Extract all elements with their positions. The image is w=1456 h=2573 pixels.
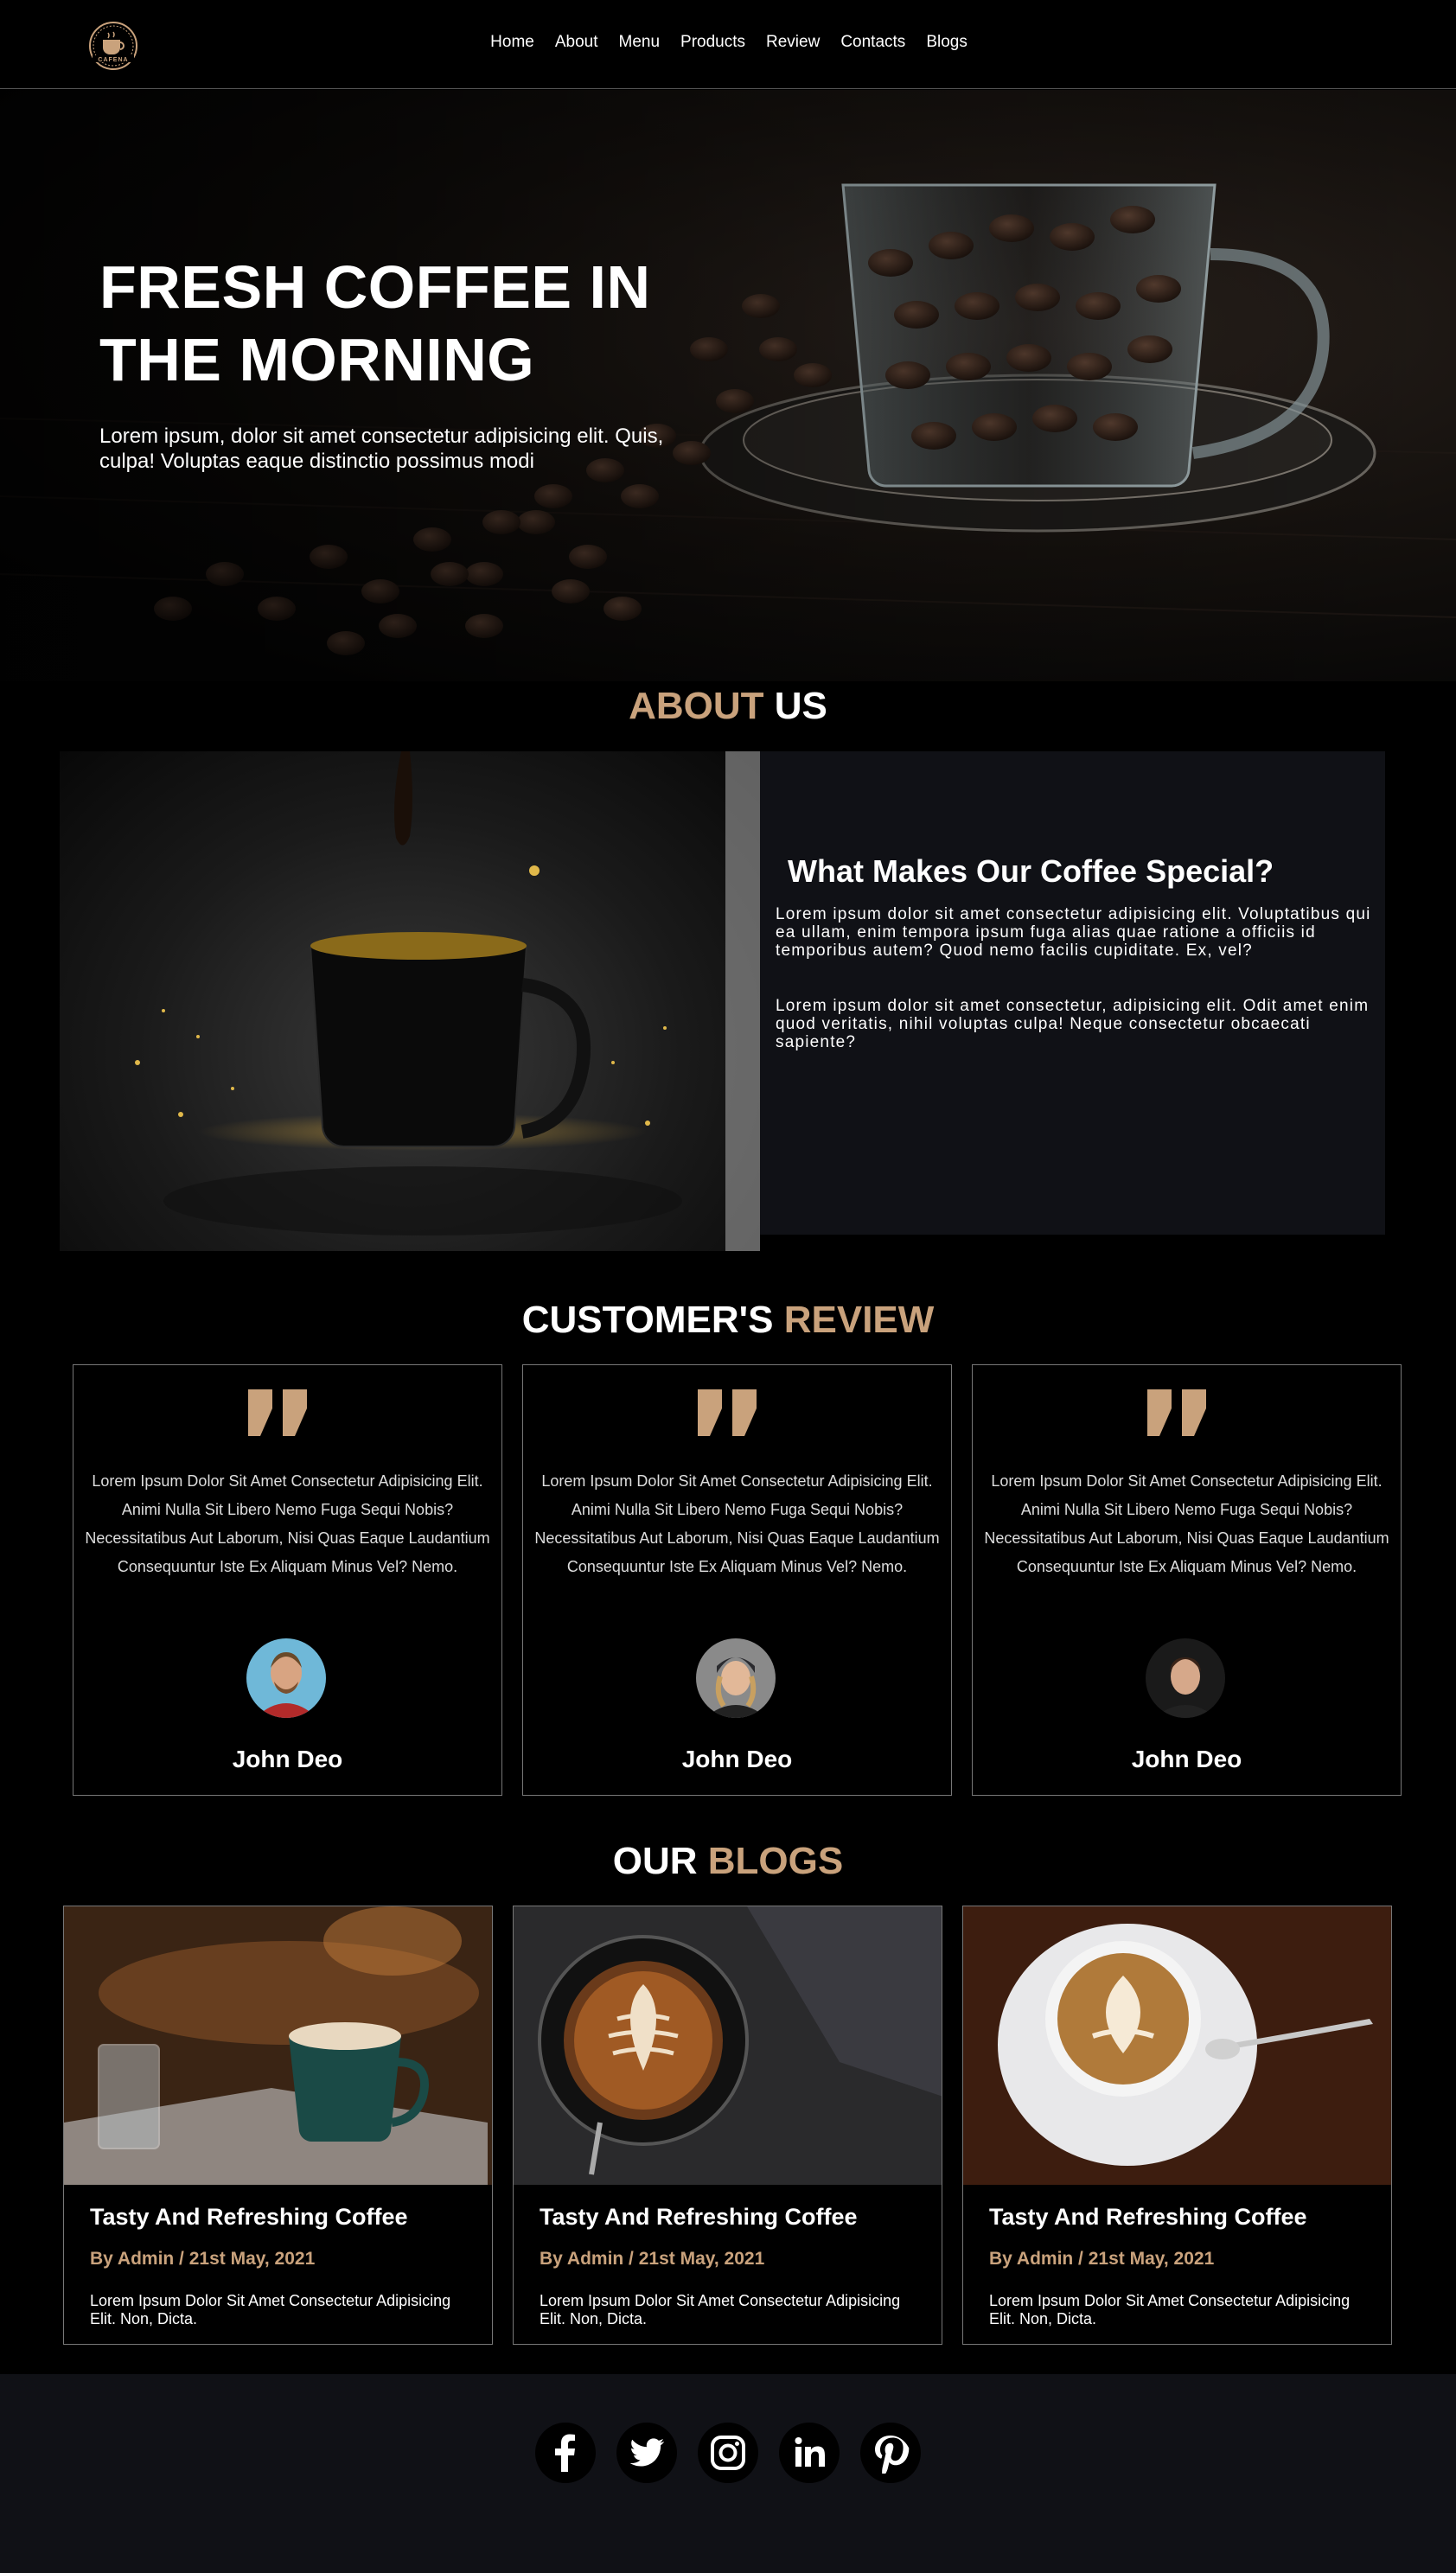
hero-section: FRESH COFFEE IN THE MORNING Lorem ipsum,… [0, 90, 1456, 681]
about-heading: What Makes Our Coffee Special? [788, 853, 1274, 889]
avatar [1146, 1638, 1225, 1718]
nav-link-review[interactable]: Review [766, 33, 820, 52]
nav-link-menu[interactable]: Menu [619, 33, 661, 52]
review-card: Lorem Ipsum Dolor Sit Amet Consectetur A… [73, 1364, 502, 1796]
reviewer-name: John Deo [1131, 1746, 1242, 1772]
linkedin-icon[interactable] [779, 2423, 840, 2483]
about-title-rest: US [774, 685, 827, 727]
about-coffee-image [60, 751, 760, 1251]
nav-link-home[interactable]: Home [490, 33, 534, 52]
avatar [696, 1638, 776, 1718]
logo-text: CAFENA [98, 57, 128, 63]
blog-meta: By Admin / 21st May, 2021 [540, 2249, 765, 2269]
avatar [246, 1638, 326, 1718]
about-paragraph-1: Lorem ipsum dolor sit amet consectetur a… [776, 905, 1371, 960]
blog-card[interactable]: Tasty And Refreshing Coffee By Admin / 2… [63, 1906, 493, 2345]
review-text: Lorem Ipsum Dolor Sit Amet Consectetur A… [534, 1472, 940, 1575]
top-navbar: CAFENA Home About Menu Products Review C… [0, 0, 1456, 89]
review-text: Lorem Ipsum Dolor Sit Amet Consectetur A… [85, 1472, 490, 1575]
facebook-icon[interactable] [535, 2423, 596, 2483]
reviews-title-accent: REVIEW [783, 1299, 935, 1341]
nav-link-about[interactable]: About [555, 33, 598, 52]
blogs-section-title: OUR BLOGS [0, 1840, 1456, 1883]
about-section-title: ABOUT US [0, 685, 1456, 728]
quote-icon [698, 1389, 757, 1436]
nav-link-blogs[interactable]: Blogs [926, 33, 967, 52]
reviewer-name: John Deo [681, 1746, 793, 1772]
blog-card[interactable]: Tasty And Refreshing Coffee By Admin / 2… [962, 1906, 1392, 2345]
blog-image [514, 1906, 942, 2185]
blog-meta: By Admin / 21st May, 2021 [90, 2249, 316, 2269]
review-text: Lorem Ipsum Dolor Sit Amet Consectetur A… [984, 1472, 1389, 1575]
instagram-icon[interactable] [698, 2423, 758, 2483]
blog-title[interactable]: Tasty And Refreshing Coffee [540, 2204, 858, 2231]
about-paragraph-2: Lorem ipsum dolor sit amet consectetur, … [776, 997, 1370, 1051]
review-card: Lorem Ipsum Dolor Sit Amet Consectetur A… [972, 1364, 1402, 1796]
reviews-title-rest: CUSTOMER'S [521, 1299, 774, 1341]
about-title-accent: ABOUT [629, 685, 764, 727]
blog-excerpt: Lorem Ipsum Dolor Sit Amet Consectetur A… [90, 2292, 451, 2327]
about-text-panel: What Makes Our Coffee Special? Lorem ips… [760, 751, 1385, 1235]
blog-excerpt: Lorem Ipsum Dolor Sit Amet Consectetur A… [989, 2292, 1351, 2327]
blogs-title-accent: BLOGS [707, 1840, 844, 1882]
quote-icon [1147, 1389, 1206, 1436]
hero-title: FRESH COFFEE IN THE MORNING [99, 253, 651, 393]
pinterest-icon[interactable] [860, 2423, 921, 2483]
nav-links: Home About Menu Products Review Contacts… [0, 33, 1456, 52]
blogs-title-rest: OUR [612, 1840, 698, 1882]
nav-link-products[interactable]: Products [680, 33, 745, 52]
blog-excerpt: Lorem Ipsum Dolor Sit Amet Consectetur A… [540, 2292, 901, 2327]
hero-subtitle: Lorem ipsum, dolor sit amet consectetur … [99, 425, 664, 473]
blog-title[interactable]: Tasty And Refreshing Coffee [989, 2204, 1307, 2231]
blog-image [64, 1906, 492, 2185]
blog-image [963, 1906, 1391, 2185]
review-card: Lorem Ipsum Dolor Sit Amet Consectetur A… [522, 1364, 952, 1796]
social-links [0, 2423, 1456, 2483]
nav-link-contacts[interactable]: Contacts [840, 33, 905, 52]
blog-meta: By Admin / 21st May, 2021 [989, 2249, 1215, 2269]
quote-icon [248, 1389, 307, 1436]
reviews-section-title: CUSTOMER'S REVIEW [0, 1299, 1456, 1342]
blog-title[interactable]: Tasty And Refreshing Coffee [90, 2204, 408, 2231]
reviewer-name: John Deo [232, 1746, 343, 1772]
footer [0, 2374, 1456, 2573]
blog-card[interactable]: Tasty And Refreshing Coffee By Admin / 2… [513, 1906, 942, 2345]
twitter-icon[interactable] [616, 2423, 677, 2483]
